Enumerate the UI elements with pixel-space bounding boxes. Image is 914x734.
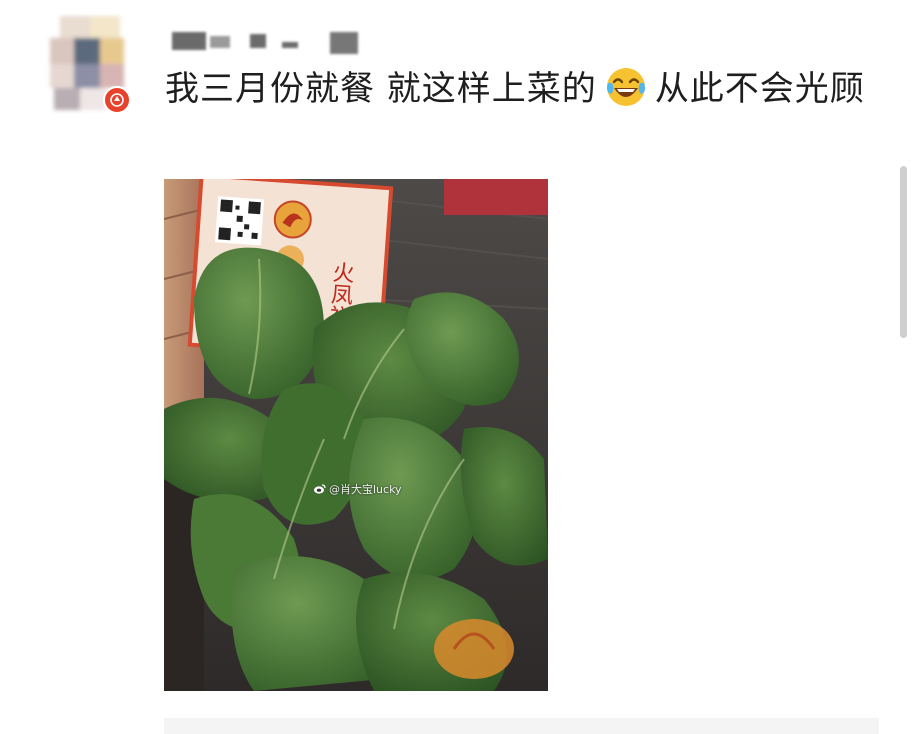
leafy-greens-photo: 火凤祥: [164, 179, 548, 691]
post-text-part1: 我三月份就餐 就这样上菜的: [165, 69, 597, 109]
scrollbar[interactable]: [900, 166, 907, 338]
watermark-text: @肖大宝lucky: [329, 483, 402, 496]
username-blurred[interactable]: [170, 28, 370, 56]
weibo-logo-icon: [314, 484, 326, 494]
watermark: @肖大宝lucky: [314, 481, 402, 497]
next-content-strip: [164, 718, 879, 734]
post-text: 我三月份就餐 就这样上菜的 从此不会光顾: [165, 66, 865, 112]
laughing-with-tears-emoji-icon: [605, 66, 647, 108]
verified-badge-icon: [103, 86, 131, 114]
post-photo[interactable]: 火凤祥 @肖大宝lucky: [164, 179, 548, 691]
post-text-part2: 从此不会光顾: [654, 69, 865, 109]
